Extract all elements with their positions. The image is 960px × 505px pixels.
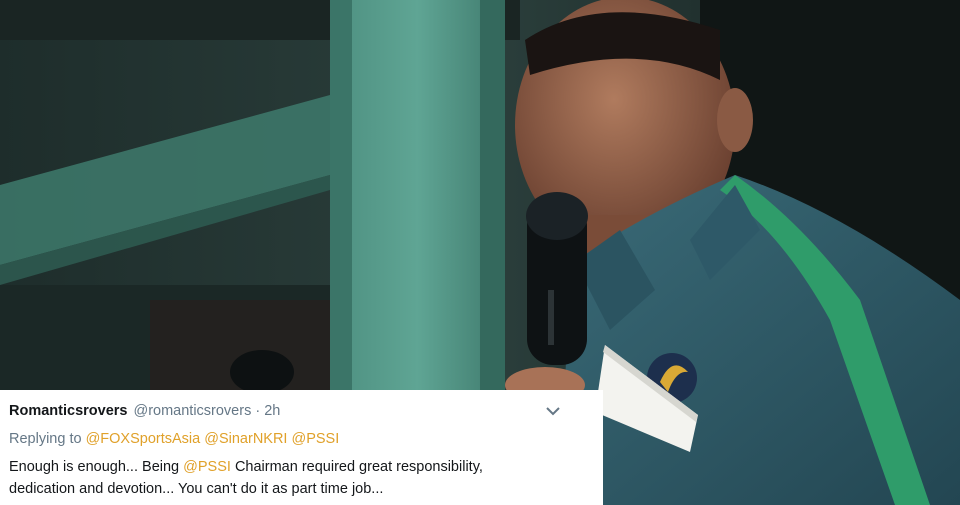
handle-and-time[interactable]: @romanticsrovers · 2h [133, 402, 280, 420]
replying-to: Replying to @FOXSportsAsia @SinarNKRI @P… [9, 430, 591, 448]
display-name[interactable]: Romanticsrovers [9, 402, 127, 420]
mention-link[interactable]: @SinarNKRI [204, 431, 287, 447]
replying-prefix: Replying to [9, 431, 82, 447]
tweet-header: Romanticsrovers @romanticsrovers · 2h [9, 402, 591, 420]
tweet-text: Enough is enough... Being @PSSI Chairman… [9, 456, 591, 500]
mention-link[interactable]: @FOXSportsAsia [86, 431, 201, 447]
tweet-text-part: Chairman required great responsibility, [234, 459, 483, 475]
tweet-card: Romanticsrovers @romanticsrovers · 2h Re… [0, 390, 603, 505]
mention-link[interactable]: @PSSI [292, 431, 340, 447]
mention-link[interactable]: @PSSI [183, 459, 231, 475]
tweet-text-line: dedication and devotion... You can't do … [9, 481, 384, 497]
chevron-down-icon[interactable] [545, 405, 561, 417]
tweet-text-part: Enough is enough... Being [9, 459, 180, 475]
